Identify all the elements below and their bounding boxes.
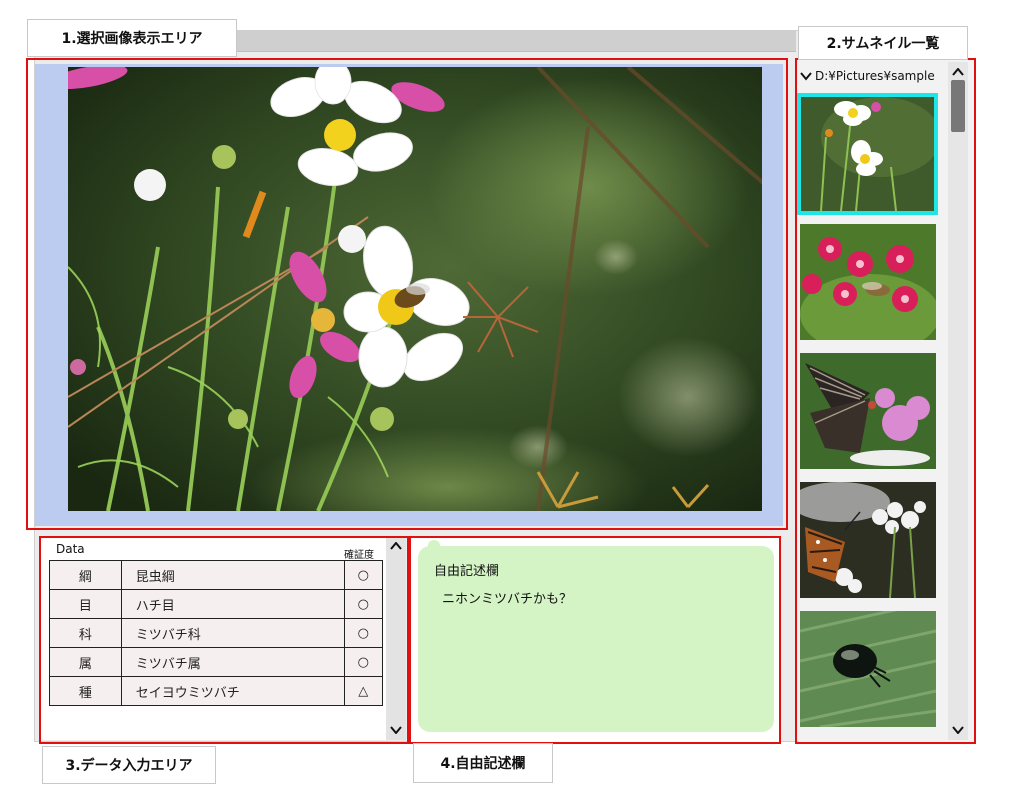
rank-cell: 目 [49, 589, 122, 619]
free-text-content[interactable]: ニホンミツバチかも？ [442, 588, 572, 607]
rank-cell: 科 [49, 618, 122, 648]
chevron-down-icon [952, 726, 964, 734]
data-title: Data [56, 542, 85, 556]
thumbnail-item[interactable] [800, 353, 936, 469]
name-cell[interactable]: セイヨウミツバチ [120, 676, 345, 706]
data-scrollbar[interactable] [386, 538, 406, 740]
certainty-header: 確証度 [344, 550, 374, 561]
rank-cell: 種 [49, 676, 122, 706]
certainty-cell[interactable]: ○ [343, 647, 383, 677]
table-row: 科 ミツバチ科 ○ [49, 618, 383, 648]
thumbnail-item[interactable] [800, 224, 936, 340]
thumbnail-item[interactable] [800, 482, 936, 598]
chevron-down-icon [800, 72, 812, 81]
thumbnail-item[interactable] [800, 611, 936, 727]
table-row: 綱 昆虫綱 ○ [49, 560, 383, 590]
free-text-title: 自由記述欄 [434, 564, 500, 579]
table-row: 属 ミツバチ属 ○ [49, 647, 383, 677]
chevron-up-icon [390, 542, 402, 550]
callout-thumbnails: 2.サムネイル一覧 [798, 26, 968, 60]
name-cell[interactable]: ミツバチ属 [120, 647, 345, 677]
table-row: 目 ハチ目 ○ [49, 589, 383, 619]
name-cell[interactable]: ハチ目 [120, 589, 345, 619]
callout-viewer: 1.選択画像表示エリア [27, 19, 237, 57]
scroll-down-button[interactable] [949, 722, 967, 738]
rank-cell: 属 [49, 647, 122, 677]
certainty-cell[interactable]: ○ [343, 618, 383, 648]
folder-path-label: D:¥Pictures¥sample [815, 69, 935, 83]
rank-cell: 綱 [49, 560, 122, 590]
scroll-up-button[interactable] [387, 538, 405, 554]
name-cell[interactable]: ミツバチ科 [120, 618, 345, 648]
taxonomy-table: 綱 昆虫綱 ○ 目 ハチ目 ○ 科 ミツバチ科 ○ 属 ミツバチ属 ○ 種 セイ… [49, 560, 383, 706]
scroll-up-button[interactable] [949, 64, 967, 80]
thumbnail-scrollbar[interactable] [948, 62, 968, 740]
scroll-down-button[interactable] [387, 722, 405, 738]
callout-data: 3.データ入力エリア [42, 746, 216, 784]
name-cell[interactable]: 昆虫綱 [120, 560, 345, 590]
scroll-thumb[interactable] [951, 80, 965, 132]
table-row: 種 セイヨウミツバチ △ [49, 676, 383, 706]
chevron-down-icon [390, 726, 402, 734]
selected-image [68, 67, 762, 511]
thumbnail-item[interactable] [797, 93, 938, 215]
window-title-bar [236, 30, 796, 52]
chevron-up-icon [952, 68, 964, 76]
folder-path[interactable]: D:¥Pictures¥sample [800, 66, 944, 86]
callout-free-text: 4.自由記述欄 [413, 743, 553, 783]
certainty-cell[interactable]: ○ [343, 589, 383, 619]
certainty-cell[interactable]: △ [343, 676, 383, 706]
certainty-cell[interactable]: ○ [343, 560, 383, 590]
